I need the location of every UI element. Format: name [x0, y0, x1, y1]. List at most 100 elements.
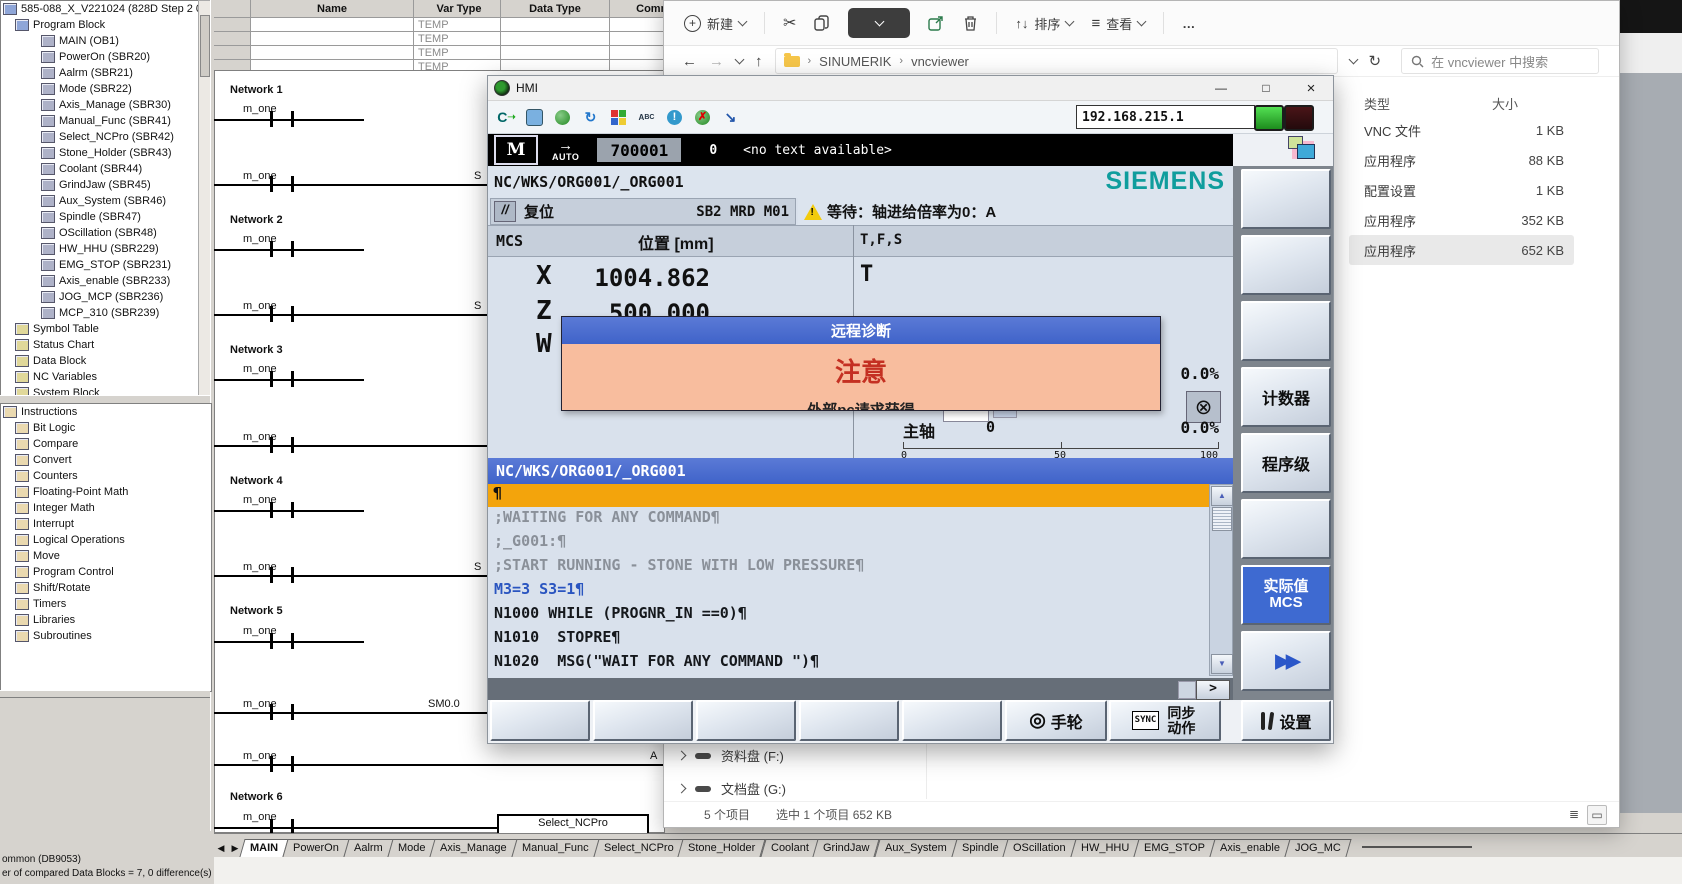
softkey-right-6[interactable]	[1241, 499, 1331, 559]
tab-scroll-left-icon[interactable]: ◀	[214, 843, 228, 857]
col-var-type[interactable]: Var Type	[414, 0, 501, 17]
softkey-program-level[interactable]: 程序级	[1241, 433, 1331, 493]
softkey-bottom-2[interactable]	[593, 700, 693, 741]
variable-row[interactable]: TEMP	[214, 32, 714, 46]
tree-item-subroutine[interactable]: Select_NCPro (SBR42)	[1, 129, 199, 145]
subroutine-tab[interactable]: PowerOn	[283, 839, 350, 857]
softkey-settings[interactable]: 设置	[1241, 700, 1331, 741]
hmi-title-bar[interactable]: HMI — □ ×	[488, 76, 1333, 101]
back-icon[interactable]: ←	[682, 53, 697, 70]
minimize-button[interactable]: —	[1206, 78, 1236, 99]
scroll-up-icon[interactable]: ▲	[1211, 486, 1233, 506]
subroutine-tab[interactable]: Spindle	[951, 839, 1009, 857]
subroutine-tab[interactable]: Stone_Holder	[678, 839, 766, 857]
subroutine-tab[interactable]: Mode	[387, 839, 436, 857]
connect-cad-icon[interactable]: C➝	[496, 107, 517, 128]
project-root[interactable]: 585-088_X_V221024 (828D Step 2 07.0	[1, 1, 199, 17]
tree-item-subroutine[interactable]: HW_HHU (SBR229)	[1, 241, 199, 257]
forward-icon[interactable]: →	[709, 53, 724, 70]
tree-item-instruction[interactable]: Interrupt	[1, 516, 211, 532]
tree-item-subroutine[interactable]: Axis_enable (SBR233)	[1, 273, 199, 289]
subroutine-tab[interactable]: Axis_Manage	[430, 839, 518, 857]
program-code-area[interactable]: ;WAITING FOR ANY COMMAND¶ ;_G001:¶ ;STAR…	[488, 508, 1209, 676]
tree-item-subroutine[interactable]: Aalrm (SBR21)	[1, 65, 199, 81]
subroutine-tab[interactable]: HW_HHU	[1070, 839, 1139, 857]
softkey-handwheel[interactable]: ◎ 手轮	[1005, 700, 1107, 741]
scroll-down-icon[interactable]: ▼	[1211, 654, 1233, 674]
tree-item-subroutine[interactable]: OScillation (SBR48)	[1, 225, 199, 241]
tree-item-subroutine[interactable]: JOG_MCP (SBR236)	[1, 289, 199, 305]
list-view-toggle-icon[interactable]: ≣	[1565, 805, 1583, 823]
tree-item-subroutine[interactable]: Stone_Holder (SBR43)	[1, 145, 199, 161]
view-button[interactable]: ≡ 查看	[1091, 14, 1145, 33]
copy-button[interactable]	[814, 15, 830, 31]
softkey-bottom-4[interactable]	[799, 700, 899, 741]
variable-row[interactable]: TEMP	[214, 18, 714, 32]
tree-item-subroutine[interactable]: Manual_Func (SBR41)	[1, 113, 199, 129]
subroutine-tab[interactable]: Axis_enable	[1210, 839, 1291, 857]
maximize-button[interactable]: □	[1251, 78, 1281, 99]
file-row[interactable]: 应用程序 652 KB	[1349, 235, 1574, 265]
subroutine-tab[interactable]: MAIN	[239, 839, 288, 857]
program-code-line[interactable]: N1010 STOPRE¶	[488, 628, 1209, 652]
tree-item-section[interactable]: Data Block	[1, 353, 199, 369]
softkey-bottom-3[interactable]	[696, 700, 796, 741]
breadcrumb-root[interactable]: SINUMERIK	[819, 54, 891, 69]
large-icons-view-toggle-icon[interactable]: ▭	[1587, 805, 1607, 825]
tree-item-subroutine[interactable]: Coolant (SBR44)	[1, 161, 199, 177]
subroutine-tab[interactable]: GrindJaw	[813, 839, 881, 857]
softkey-right-3[interactable]	[1241, 301, 1331, 361]
tree-item-subroutine[interactable]: Axis_Manage (SBR30)	[1, 97, 199, 113]
variable-row[interactable]: TEMP	[214, 46, 714, 60]
expand-chevron-icon[interactable]	[677, 751, 687, 761]
program-code-line[interactable]: M3=3 S3=1¶	[488, 580, 1209, 604]
sort-button[interactable]: ↑↓ 排序	[1015, 14, 1073, 33]
tree-item-subroutine[interactable]: PowerOn (SBR20)	[1, 49, 199, 65]
tree-item-section[interactable]: NC Variables	[1, 369, 199, 385]
horizontal-splitter-2[interactable]	[0, 690, 210, 698]
remote-cursor-icon[interactable]: ↘	[720, 107, 741, 128]
share-button[interactable]	[928, 15, 945, 31]
tree-item-instruction[interactable]: Timers	[1, 596, 211, 612]
softkey-counter[interactable]: 计数器	[1241, 367, 1331, 427]
tree-item-instruction[interactable]: Program Control	[1, 564, 211, 580]
tree-item-instruction[interactable]: Floating-Point Math	[1, 484, 211, 500]
tree-item-instructions-root[interactable]: Instructions	[1, 404, 211, 420]
tree-item-section[interactable]: Status Chart	[1, 337, 199, 353]
program-code-line[interactable]: N1000 WHILE (PROGNR_IN ==0)¶	[488, 604, 1209, 628]
tree-item-instruction[interactable]: Move	[1, 548, 211, 564]
program-code-line[interactable]: ;WAITING FOR ANY COMMAND¶	[488, 508, 1209, 532]
breadcrumb-current[interactable]: vncviewer	[911, 54, 969, 69]
program-code-line[interactable]: ;START RUNNING - STONE WITH LOW PRESSURE…	[488, 556, 1209, 580]
tree-item-instruction[interactable]: Convert	[1, 452, 211, 468]
tree-item-subroutine[interactable]: EMG_STOP (SBR231)	[1, 257, 199, 273]
subroutine-tab[interactable]: Aux_System	[874, 839, 957, 857]
frame-icon[interactable]	[524, 107, 545, 128]
tree-item-subroutine[interactable]: Mode (SBR22)	[1, 81, 199, 97]
dialog-title[interactable]: 远程诊断	[562, 317, 1160, 344]
history-chevron-icon[interactable]	[735, 55, 745, 65]
subroutine-tab[interactable]: Manual_Func	[511, 839, 599, 857]
tree-item-instruction[interactable]: Libraries	[1, 612, 211, 628]
tree-item-instruction[interactable]: Integer Math	[1, 500, 211, 516]
softkey-bottom-5[interactable]	[902, 700, 1002, 741]
tree-item-instruction[interactable]: Compare	[1, 436, 211, 452]
close-button[interactable]: ×	[1296, 78, 1326, 99]
new-button[interactable]: + 新建	[684, 14, 746, 33]
softkey-bottom-1[interactable]	[490, 700, 590, 741]
softkey-actual-mcs[interactable]: 实际值 MCS	[1241, 565, 1331, 625]
softkey-right-1[interactable]	[1241, 169, 1331, 229]
delete-button[interactable]	[963, 15, 978, 31]
column-size[interactable]: 大小	[1484, 94, 1574, 113]
globe-icon[interactable]	[552, 107, 573, 128]
subroutine-tab[interactable]: OScillation	[1003, 839, 1077, 857]
softkey-next-group[interactable]: ▶▶	[1241, 631, 1331, 691]
subroutine-tab[interactable]: JOG_MC	[1285, 839, 1352, 857]
program-code-line[interactable]: ;_G001:¶	[488, 532, 1209, 556]
expand-chevron-icon[interactable]	[677, 784, 687, 794]
subroutine-tab[interactable]: Select_NCPro	[593, 839, 684, 857]
program-current-line[interactable]: ¶	[488, 484, 1209, 507]
program-number-field[interactable]: 700001	[597, 138, 681, 162]
disconnect-icon[interactable]: ✗	[692, 107, 713, 128]
abc-spellcheck-icon[interactable]: ABC	[636, 107, 657, 128]
